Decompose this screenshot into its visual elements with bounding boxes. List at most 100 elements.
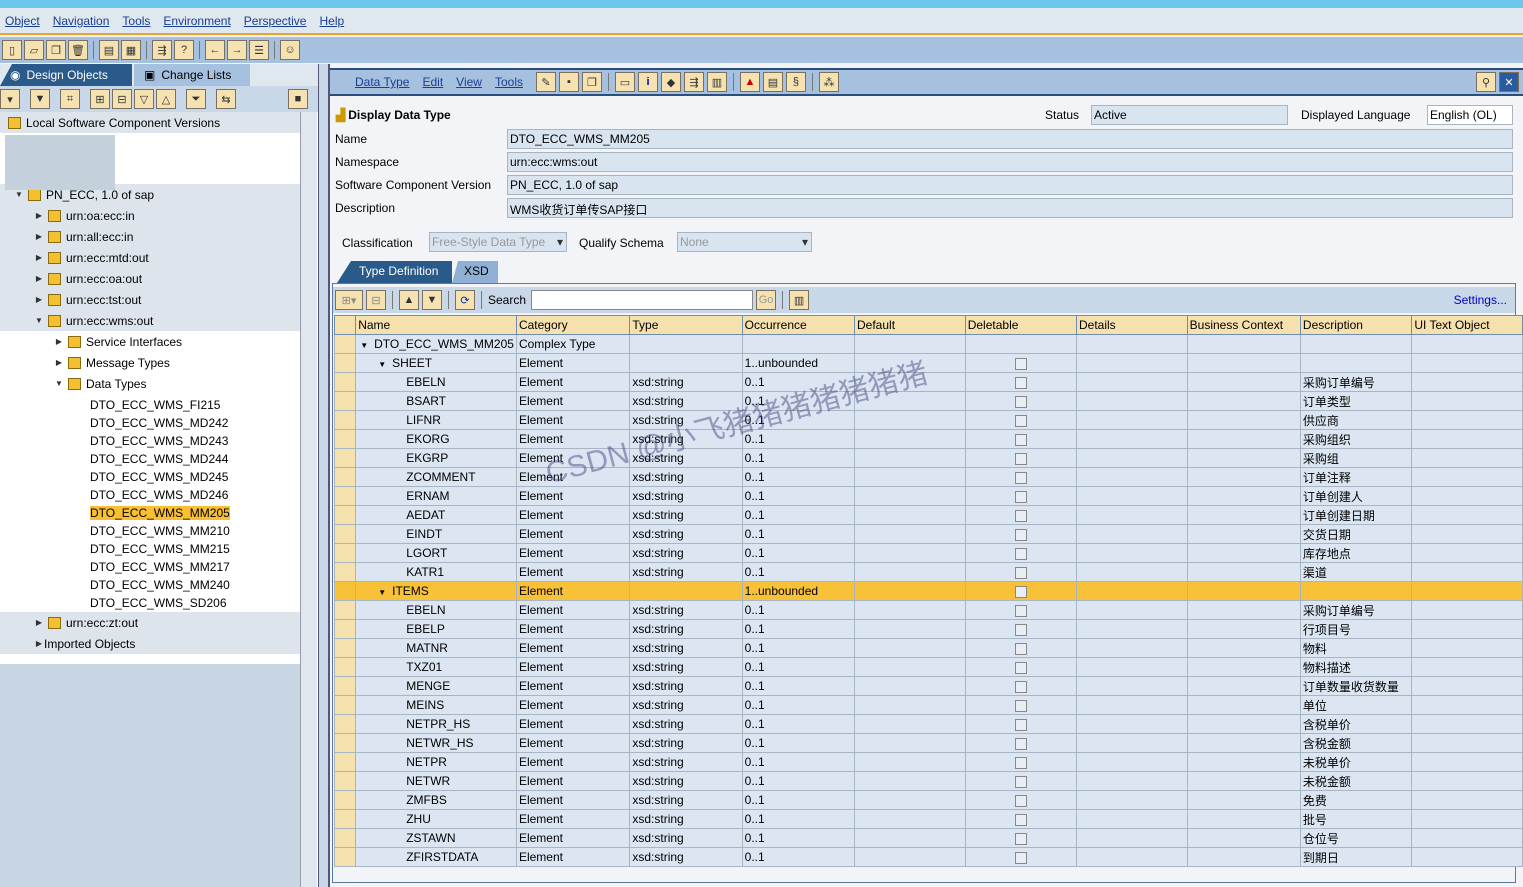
move-down-icon[interactable]: ▼ — [422, 290, 442, 310]
info-icon[interactable]: i — [637, 72, 658, 92]
deletable-checkbox[interactable] — [1014, 604, 1027, 617]
table-row[interactable]: BSART Element xsd:string 0..1 订单类型 — [333, 391, 1523, 411]
user-icon[interactable]: ☺ — [280, 40, 300, 60]
collapsed-arrow-icon[interactable]: ▶ — [34, 211, 44, 220]
table-row[interactable]: KATR1 Element xsd:string 0..1 渠道 — [333, 562, 1523, 582]
menu-view[interactable]: View — [456, 75, 482, 89]
expanded-arrow-icon[interactable]: ▼ — [14, 190, 24, 199]
menu-data-type[interactable]: Data Type — [355, 75, 409, 89]
deletable-checkbox[interactable] — [1014, 471, 1027, 484]
row-selector[interactable] — [333, 505, 357, 525]
table-row[interactable]: EBELN Element xsd:string 0..1 采购订单编号 — [333, 372, 1523, 392]
row-selector[interactable] — [333, 828, 357, 848]
menu-tools[interactable]: Tools — [495, 75, 523, 89]
menu-perspective[interactable]: Perspective — [244, 14, 307, 28]
row-selector[interactable] — [333, 448, 357, 468]
deletable-checkbox[interactable] — [1014, 699, 1027, 712]
expand-icon[interactable]: ⊞ — [90, 89, 110, 109]
up-icon[interactable]: △ — [156, 89, 176, 109]
menu-navigation[interactable]: Navigation — [53, 14, 110, 28]
go-button[interactable]: Go — [756, 290, 777, 310]
sync-icon[interactable]: ⇆ — [216, 89, 236, 109]
panel-splitter[interactable] — [318, 64, 330, 887]
row-selector[interactable] — [333, 733, 357, 753]
row-selector[interactable] — [333, 581, 357, 601]
search-input[interactable] — [531, 290, 754, 310]
edit-icon[interactable]: ✎ — [535, 72, 556, 92]
network-icon[interactable]: ⁂ — [818, 72, 839, 92]
row-selector[interactable] — [333, 524, 357, 544]
print-icon[interactable]: ▤ — [99, 40, 119, 60]
insert-row-icon[interactable]: ⊞▾ — [335, 290, 363, 310]
deletable-checkbox[interactable] — [1014, 813, 1027, 826]
deletable-checkbox[interactable] — [1014, 509, 1027, 522]
collapsed-arrow-icon[interactable]: ▶ — [34, 253, 44, 262]
stop-icon[interactable]: ■ — [288, 89, 308, 109]
table-row[interactable]: NETWR_HS Element xsd:string 0..1 含税金额 — [333, 733, 1523, 753]
find-icon[interactable]: ⌗ — [60, 89, 80, 109]
row-selector[interactable] — [333, 695, 357, 715]
down-icon[interactable]: ▽ — [134, 89, 154, 109]
table-row[interactable]: EINDT Element xsd:string 0..1 交货日期 — [333, 524, 1523, 544]
table-row[interactable]: ▼ ITEMS Element 1..unbounded — [333, 581, 1523, 601]
list-icon[interactable]: ☰ — [249, 40, 269, 60]
deletable-checkbox[interactable] — [1014, 585, 1027, 598]
deletable-checkbox[interactable] — [1014, 680, 1027, 693]
row-selector[interactable] — [333, 600, 357, 620]
collapsed-arrow-icon[interactable]: ▶ — [34, 274, 44, 283]
column-header[interactable]: Category — [515, 315, 631, 335]
table-row[interactable]: ▼ DTO_ECC_WMS_MM205 Complex Type — [333, 334, 1523, 354]
table-row[interactable]: MENGE Element xsd:string 0..1 订单数量收货数量 — [333, 676, 1523, 696]
row-selector[interactable] — [333, 429, 357, 449]
table-row[interactable]: LGORT Element xsd:string 0..1 库存地点 — [333, 543, 1523, 563]
new-icon[interactable]: ▯ — [2, 40, 22, 60]
table-row[interactable]: EBELP Element xsd:string 0..1 行项目号 — [333, 619, 1523, 639]
column-header[interactable]: Deletable — [964, 315, 1078, 335]
deletable-checkbox[interactable] — [1014, 357, 1027, 370]
deletable-checkbox[interactable] — [1014, 433, 1027, 446]
collapsed-arrow-icon[interactable]: ▶ — [54, 358, 64, 367]
menu-edit[interactable]: Edit — [422, 75, 443, 89]
language-select[interactable]: English (OL) — [1427, 105, 1513, 125]
deletable-checkbox[interactable] — [1014, 528, 1027, 541]
column-header[interactable]: Type — [629, 315, 743, 335]
deletable-checkbox[interactable] — [1014, 642, 1027, 655]
table-row[interactable]: EKGRP Element xsd:string 0..1 采购组 — [333, 448, 1523, 468]
print-icon[interactable]: ▭ — [614, 72, 635, 92]
column-header[interactable]: UI Text Object — [1411, 315, 1523, 335]
row-selector[interactable] — [333, 790, 357, 810]
forward-icon[interactable]: → — [227, 40, 247, 60]
table-row[interactable]: LIFNR Element xsd:string 0..1 供应商 — [333, 410, 1523, 430]
table-row[interactable]: ZFIRSTDATA Element xsd:string 0..1 到期日 — [333, 847, 1523, 867]
tree-item[interactable]: ▶ Message Types — [0, 352, 300, 373]
row-selector[interactable] — [333, 562, 357, 582]
settings-link[interactable]: Settings... — [1454, 293, 1507, 307]
table-row[interactable]: NETPR_HS Element xsd:string 0..1 含税单价 — [333, 714, 1523, 734]
collapsed-arrow-icon[interactable]: ▶ — [34, 232, 44, 241]
deletable-checkbox[interactable] — [1014, 718, 1027, 731]
row-selector-header[interactable] — [333, 315, 357, 335]
deletable-checkbox[interactable] — [1014, 376, 1027, 389]
table-row[interactable]: ZMFBS Element xsd:string 0..1 免费 — [333, 790, 1523, 810]
funnel-icon[interactable]: ⏷ — [186, 89, 206, 109]
table-row[interactable]: MEINS Element xsd:string 0..1 单位 — [333, 695, 1523, 715]
expanded-arrow-icon[interactable]: ▼ — [360, 341, 368, 350]
column-header[interactable]: Details — [1076, 315, 1188, 335]
table-row[interactable]: EBELN Element xsd:string 0..1 采购订单编号 — [333, 600, 1523, 620]
row-selector[interactable] — [333, 752, 357, 772]
deletable-checkbox[interactable] — [1014, 547, 1027, 560]
row-selector[interactable] — [333, 619, 357, 639]
row-selector[interactable] — [333, 847, 357, 867]
view-icon[interactable]: ▾ — [0, 89, 20, 109]
row-selector[interactable] — [333, 410, 357, 430]
deletable-checkbox[interactable] — [1014, 452, 1027, 465]
table-row[interactable]: ERNAM Element xsd:string 0..1 订单创建人 — [333, 486, 1523, 506]
scroll-icon[interactable]: § — [785, 72, 806, 92]
deletable-checkbox[interactable] — [1014, 490, 1027, 503]
tree-item[interactable]: ▶ Service Interfaces — [0, 331, 300, 352]
deletable-checkbox[interactable] — [1014, 794, 1027, 807]
back-icon[interactable]: ← — [205, 40, 225, 60]
close-icon[interactable]: ✕ — [1499, 72, 1519, 92]
table-row[interactable]: AEDAT Element xsd:string 0..1 订单创建日期 — [333, 505, 1523, 525]
row-selector[interactable] — [333, 467, 357, 487]
